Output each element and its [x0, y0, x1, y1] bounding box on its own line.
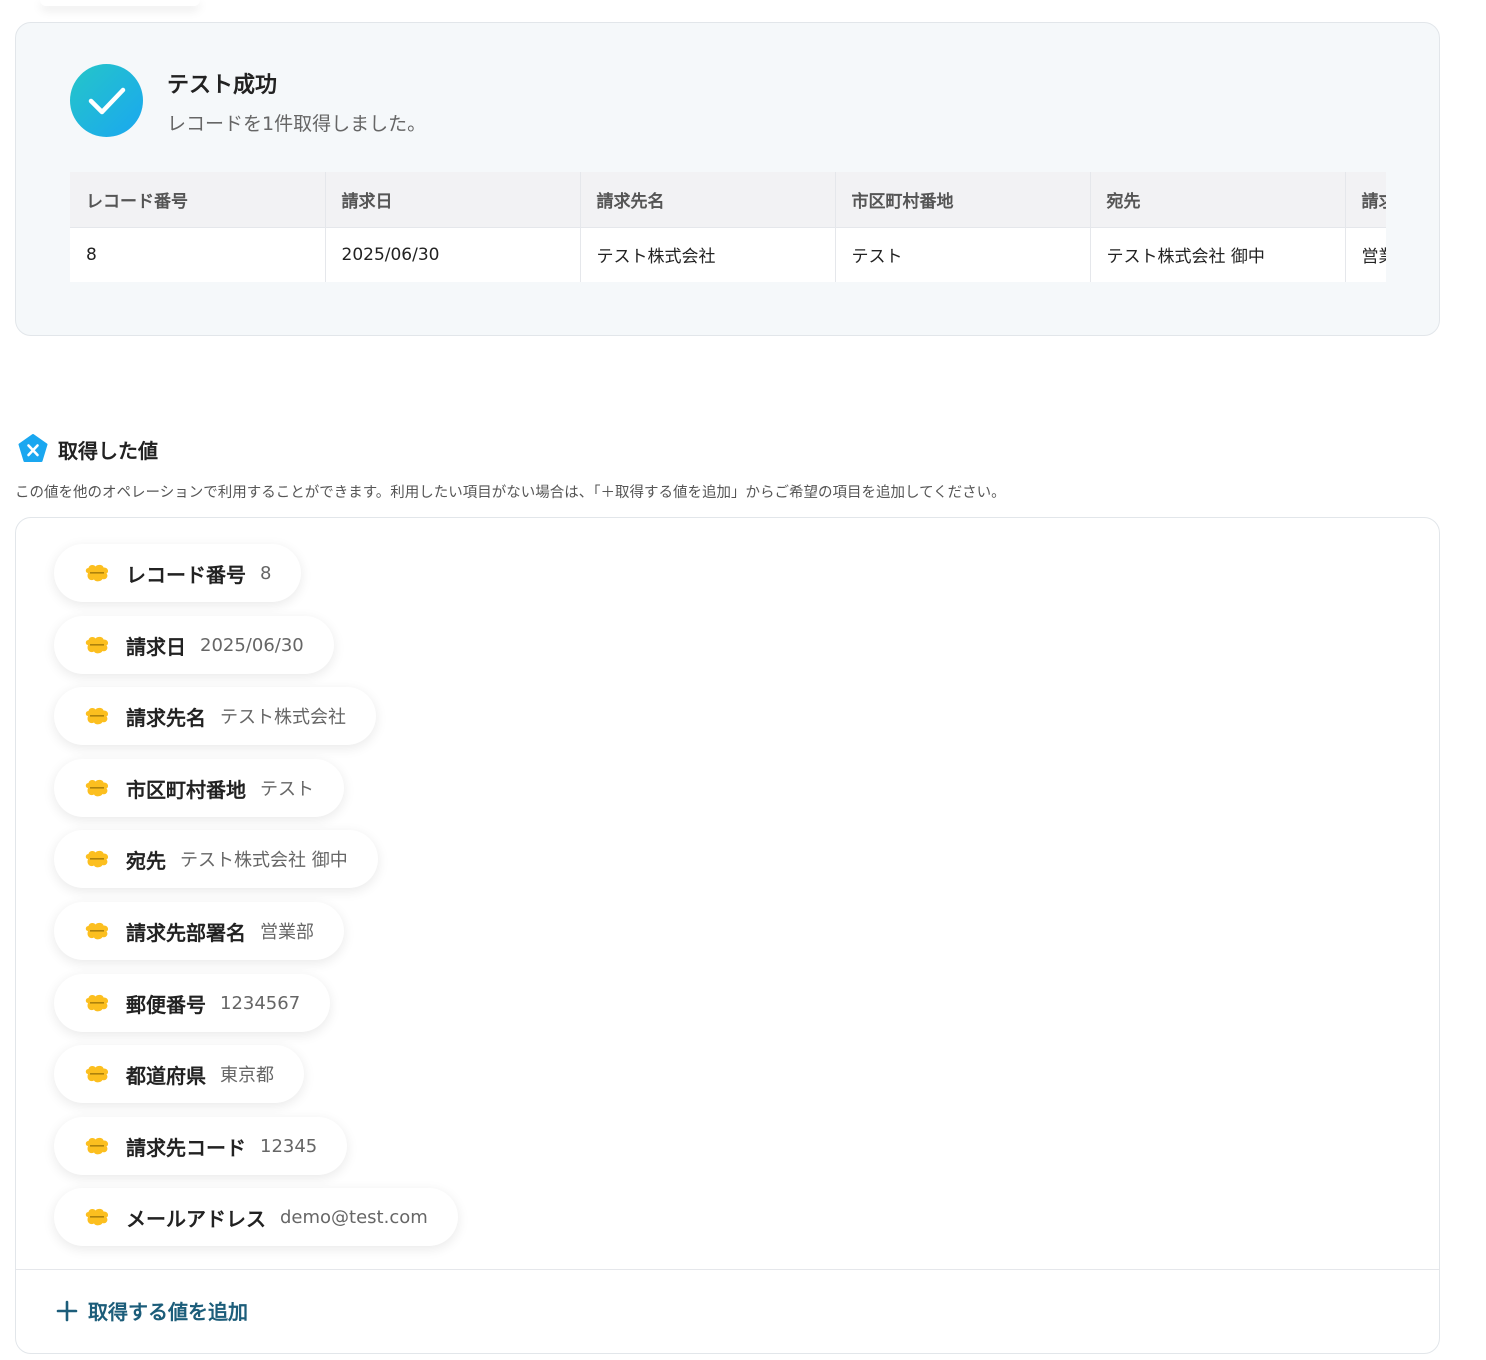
table-header-cell: 市区町村番地	[835, 172, 1091, 227]
table-cell: 2025/06/30	[325, 226, 581, 282]
value-chip[interactable]: 請求先名 テスト株式会社	[54, 687, 376, 745]
value-chip[interactable]: 請求先部署名 営業部	[54, 902, 344, 960]
value-text: 営業部	[260, 922, 314, 943]
value-text: demo@test.com	[280, 1206, 428, 1228]
kintone-icon	[85, 1137, 109, 1155]
value-text: 2025/06/30	[200, 634, 304, 656]
value-chip[interactable]: 請求日 2025/06/30	[54, 616, 334, 674]
values-card-footer: 取得する値を追加	[16, 1269, 1439, 1353]
table-header-cell: 請求先部署名	[1345, 172, 1386, 227]
table-cell: テスト株式会社	[580, 226, 836, 282]
value-text: 12345	[260, 1135, 318, 1157]
value-text: テスト株式会社 御中	[180, 850, 348, 871]
value-chip[interactable]: 郵便番号 1234567	[54, 974, 331, 1032]
yoom-x-icon	[18, 434, 48, 462]
kintone-icon	[85, 636, 109, 654]
value-label: 請求先コード	[126, 1135, 246, 1160]
value-label: レコード番号	[126, 562, 246, 587]
value-chip[interactable]: 宛先 テスト株式会社 御中	[54, 830, 378, 888]
table-header-row: レコード番号 請求日 請求先名 市区町村番地 宛先 請求先部署名	[70, 172, 1386, 227]
add-value-button[interactable]: 取得する値を追加	[56, 1296, 248, 1325]
kintone-icon	[85, 564, 109, 582]
kintone-icon	[85, 707, 109, 725]
value-label: メールアドレス	[126, 1206, 266, 1231]
value-text: 1234567	[220, 992, 301, 1014]
kintone-icon	[85, 1065, 109, 1083]
value-chip[interactable]: レコード番号 8	[54, 544, 302, 602]
value-label: 宛先	[126, 848, 166, 873]
acquired-values-card: レコード番号 8 請求日 2025/06/30 請求先名 テスト株式会社 市区町…	[15, 517, 1440, 1354]
value-label: 市区町村番地	[126, 777, 246, 802]
value-label: 都道府県	[126, 1063, 206, 1088]
value-text: テスト株式会社	[220, 707, 346, 728]
kintone-icon	[85, 1208, 109, 1226]
records-table: レコード番号 請求日 請求先名 市区町村番地 宛先 請求先部署名 8 2025/…	[70, 172, 1386, 282]
value-text: 8	[260, 562, 272, 584]
kintone-icon	[85, 994, 109, 1012]
table-row: 8 2025/06/30 テスト株式会社 テスト テスト株式会社 御中 営業部	[70, 226, 1386, 282]
table-cell: 8	[70, 226, 326, 282]
test-result-card: テスト成功 レコードを1件取得しました。 レコード番号 請求日 請求先名 市区町…	[15, 22, 1440, 336]
table-header-cell: 請求先名	[580, 172, 836, 227]
plus-icon	[56, 1300, 78, 1321]
value-chip[interactable]: 都道府県 東京都	[54, 1045, 304, 1103]
value-label: 請求先名	[126, 705, 206, 730]
section-title: 取得した値	[58, 438, 158, 463]
header-shadow	[40, 0, 200, 6]
kintone-icon	[85, 850, 109, 868]
value-label: 請求先部署名	[126, 920, 246, 945]
add-value-label: 取得する値を追加	[88, 1300, 248, 1324]
table-header-cell: レコード番号	[70, 172, 326, 227]
value-chip[interactable]: 請求先コード 12345	[54, 1117, 348, 1175]
value-text: 東京都	[220, 1065, 274, 1086]
value-chip[interactable]: 市区町村番地 テスト	[54, 759, 344, 817]
table-header-cell: 請求日	[325, 172, 581, 227]
check-icon	[70, 64, 143, 137]
success-message: レコードを1件取得しました。	[167, 113, 427, 135]
value-text: テスト	[260, 779, 314, 800]
value-label: 郵便番号	[126, 992, 206, 1017]
value-label: 請求日	[126, 634, 186, 659]
kintone-icon	[85, 922, 109, 940]
table-cell: 営業部	[1345, 226, 1386, 282]
table-cell: テスト株式会社 御中	[1090, 226, 1346, 282]
table-cell: テスト	[835, 226, 1091, 282]
success-title: テスト成功	[167, 73, 278, 98]
table-header-cell: 宛先	[1090, 172, 1346, 227]
kintone-icon	[85, 779, 109, 797]
records-table-scroll[interactable]: レコード番号 請求日 請求先名 市区町村番地 宛先 請求先部署名 8 2025/…	[70, 172, 1386, 282]
value-chip[interactable]: メールアドレス demo@test.com	[54, 1188, 458, 1246]
acquired-values-header: 取得した値	[18, 434, 158, 464]
section-description: この値を他のオペレーションで利用することができます。利用したい項目がない場合は、…	[15, 485, 1006, 501]
